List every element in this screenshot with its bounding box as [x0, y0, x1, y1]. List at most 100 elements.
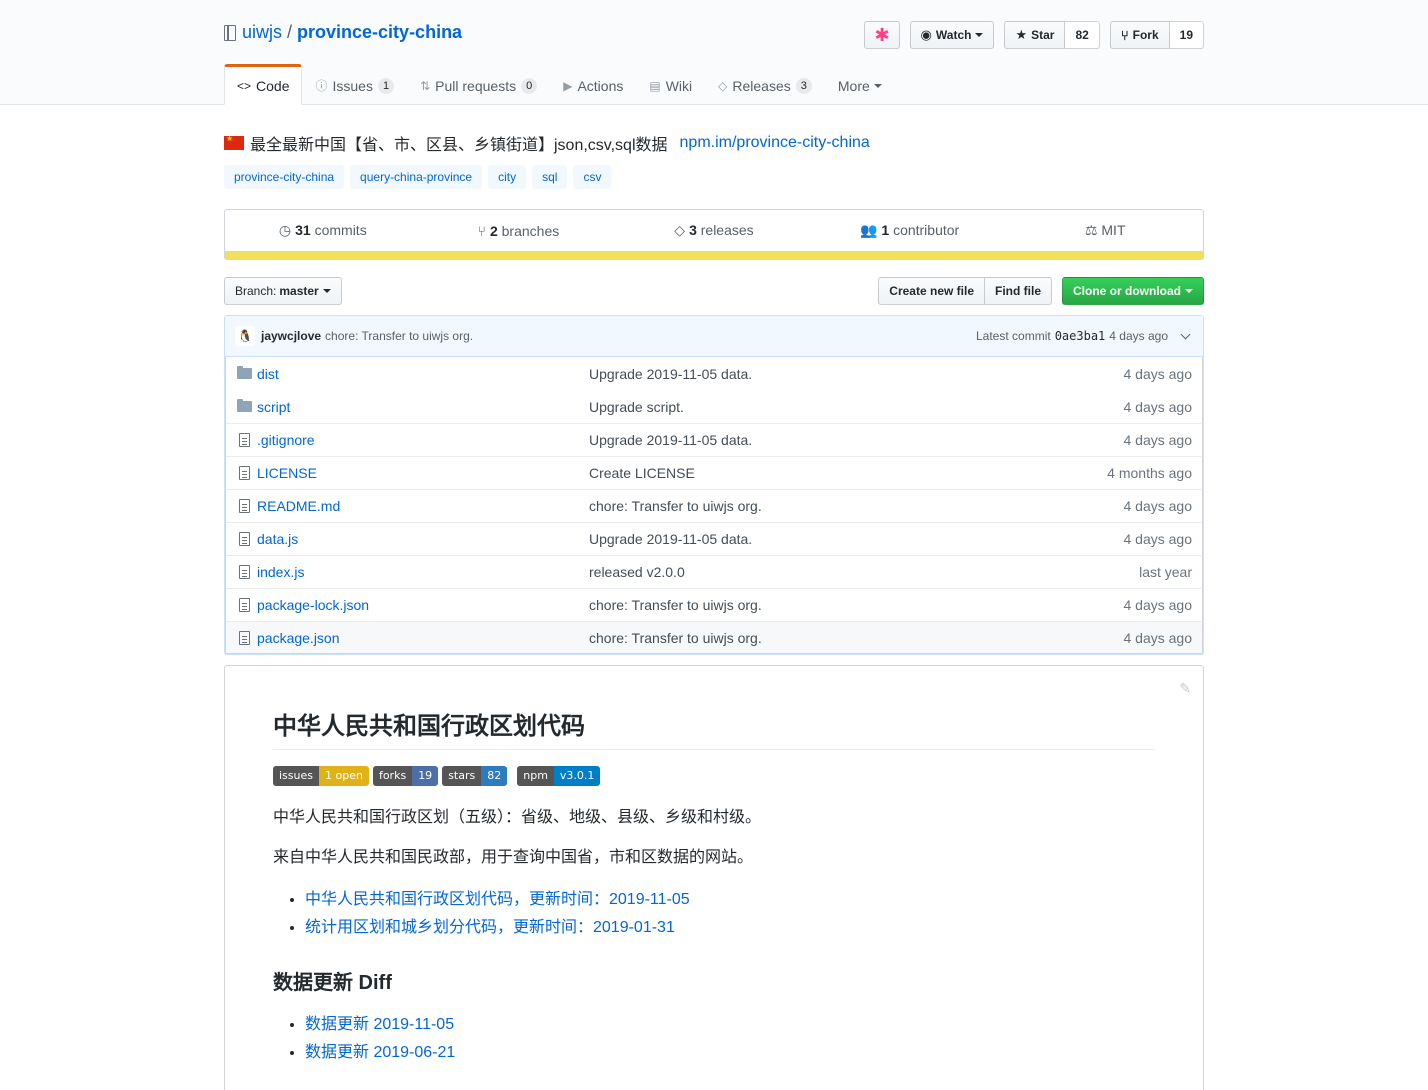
file-navigation: Branch: master Create new file Find file …	[224, 277, 1204, 305]
file-commit-message[interactable]: released v2.0.0	[589, 564, 1139, 580]
find-file-button[interactable]: Find file	[985, 277, 1052, 305]
readme-heading: 数据更新 Diff	[273, 972, 392, 994]
topic-tag[interactable]: query-china-province	[350, 165, 483, 189]
chevron-down-icon[interactable]	[1180, 329, 1191, 340]
badge-forks[interactable]: forks 19	[372, 766, 439, 786]
create-file-button[interactable]: Create new file	[878, 277, 985, 305]
file-commit-message[interactable]: Upgrade 2019-11-05 data.	[589, 366, 1124, 382]
file-age: last year	[1139, 564, 1192, 580]
commit-author[interactable]: jaywcjlove	[261, 329, 321, 343]
tab-code[interactable]: <> Code	[224, 64, 303, 105]
folder-icon	[236, 399, 252, 412]
readme-link[interactable]: 数据更新 2019-06-21	[305, 1044, 455, 1061]
table-row[interactable]: package-lock.json chore: Transfer to uiwj…	[225, 588, 1203, 621]
file-age: 4 days ago	[1123, 432, 1193, 448]
file-commit-message[interactable]: Create LICENSE	[589, 465, 1107, 481]
tab-releases[interactable]: ◇ Releases 3	[705, 64, 825, 105]
fork-count[interactable]: 19	[1169, 21, 1204, 49]
table-row[interactable]: dist Upgrade 2019-11-05 data. 4 days ago	[225, 357, 1203, 390]
file-name-link[interactable]: LICENSE	[257, 465, 589, 481]
watch-button[interactable]: ◉ Watch	[909, 21, 995, 49]
commit-sha[interactable]: 0ae3ba1	[1055, 329, 1106, 343]
commit-message[interactable]: chore: Transfer to uiwjs org.	[325, 329, 473, 343]
file-commit-message[interactable]: Upgrade 2019-11-05 data.	[589, 432, 1124, 448]
readme-link[interactable]: 数据更新 2019-11-05	[305, 1016, 454, 1033]
repo-description: 最全最新中国【省、市、区县、乡镇街道】json,csv,sql数据 npm.im…	[224, 131, 1204, 155]
file-name-link[interactable]: script	[257, 399, 589, 415]
commit-meta: Latest commit 0ae3ba1 4 days ago	[976, 329, 1193, 343]
star-button[interactable]: ★ Star	[1004, 21, 1066, 49]
branch-select[interactable]: Branch: master	[224, 277, 342, 305]
readme-paragraph: 来自中华人民共和国民政部，用于查询中国省，市和区数据的网站。	[273, 849, 754, 866]
folder-icon	[236, 366, 252, 379]
badge-issues[interactable]: issues 1 open	[273, 766, 369, 786]
file-age: 4 days ago	[1123, 498, 1193, 514]
tab-pull-requests[interactable]: ⇅ Pull requests 0	[407, 64, 550, 105]
file-age: 4 days ago	[1123, 398, 1193, 415]
badges: issues 1 open forks 19 stars 82 npm v3.0.1	[273, 766, 1155, 786]
topic-tag[interactable]: csv	[573, 165, 612, 189]
readme-link-list: 中华人民共和国行政区划代码，更新时间：2019-11-05 统计用区划和城乡划分…	[273, 886, 1155, 942]
branches-link[interactable]: ⑂ 2 branches	[421, 223, 617, 239]
tab-issues[interactable]: ⓘ Issues 1	[302, 64, 407, 105]
file-icon	[236, 598, 252, 612]
file-icon	[236, 499, 252, 513]
repo-name-link[interactable]: province-city-china	[297, 22, 462, 43]
list-item: 统计用区划和城乡划分代码，更新时间：2019-01-31	[305, 914, 1155, 942]
license-link[interactable]: ⚖ MIT	[1007, 222, 1203, 239]
table-row[interactable]: index.js released v2.0.0 last year	[225, 555, 1203, 588]
file-commit-message[interactable]: chore: Transfer to uiwjs org.	[589, 597, 1124, 613]
file-name-link[interactable]: index.js	[257, 564, 589, 580]
caret-down-icon	[873, 83, 882, 88]
file-age: 4 months ago	[1107, 465, 1192, 481]
releases-link[interactable]: ◇ 3 releases	[616, 222, 812, 239]
table-row[interactable]: LICENSE Create LICENSE 4 months ago	[225, 456, 1203, 489]
pulls-counter: 0	[521, 77, 538, 94]
list-item: 数据更新 2019-06-21	[305, 1039, 1155, 1067]
file-commit-message[interactable]: Upgrade script.	[589, 399, 1124, 415]
pencil-icon[interactable]: ✎	[1179, 680, 1191, 697]
commits-link[interactable]: ◷ 31 commits	[225, 222, 421, 239]
file-commit-message[interactable]: chore: Transfer to uiwjs org.	[589, 498, 1124, 514]
file-name-link[interactable]: README.md	[257, 498, 589, 514]
history-icon: ◷	[278, 222, 292, 238]
topic-tag[interactable]: sql	[532, 165, 568, 189]
clone-button[interactable]: Clone or download	[1062, 277, 1204, 305]
file-commit-message[interactable]: chore: Transfer to uiwjs org.	[589, 630, 1124, 646]
table-row[interactable]: package.json chore: Transfer to uiwjs org…	[225, 621, 1203, 654]
eye-icon: ◉	[920, 27, 932, 42]
fork-button[interactable]: ⑂ Fork	[1109, 21, 1170, 49]
language-bar[interactable]	[224, 252, 1204, 260]
tab-wiki[interactable]: ▤ Wiki	[636, 64, 705, 105]
readme-link[interactable]: 统计用区划和城乡划分代码，更新时间：2019-01-31	[305, 919, 675, 936]
repo-owner-link[interactable]: uiwjs	[242, 22, 282, 43]
readme-link[interactable]: 中华人民共和国行政区划代码，更新时间：2019-11-05	[305, 891, 690, 908]
table-row[interactable]: README.md chore: Transfer to uiwjs org. 4 …	[225, 489, 1203, 522]
file-name-link[interactable]: package-lock.json	[257, 597, 589, 613]
badge-stars[interactable]: stars 82	[442, 766, 508, 786]
file-commit-message[interactable]: Upgrade 2019-11-05 data.	[589, 531, 1124, 547]
file-name-link[interactable]: package.json	[257, 630, 589, 646]
homepage-link[interactable]: npm.im/province-city-china	[680, 134, 870, 152]
file-name-link[interactable]: data.js	[257, 531, 589, 547]
table-row[interactable]: data.js Upgrade 2019-11-05 data. 4 days ag…	[225, 522, 1203, 555]
table-row[interactable]: script Upgrade script. 4 days ago	[225, 390, 1203, 423]
star-count[interactable]: 82	[1065, 21, 1100, 49]
tab-actions[interactable]: ▶ Actions	[550, 64, 636, 105]
repo-header: uiwjs / province-city-china ✱ ◉ Watch ★ St…	[0, 0, 1428, 105]
topic-tag[interactable]: province-city-china	[224, 165, 345, 189]
tab-more[interactable]: More	[825, 64, 895, 105]
badge-npm[interactable]: npm v3.0.1	[517, 766, 601, 786]
app-extension-button[interactable]: ✱	[864, 21, 900, 49]
contributors-link[interactable]: 👥 1 contributor	[812, 222, 1008, 239]
file-buttons: Create new file Find file Clone or downl…	[878, 277, 1204, 305]
repo-actions: ✱ ◉ Watch ★ Star 82 ⑂ Fork 19	[864, 21, 1204, 49]
file-table: 🐧 jaywcjlove chore: Transfer to uiwjs or…	[224, 315, 1204, 655]
avatar[interactable]: 🐧	[235, 326, 255, 346]
readme: ✎ 中华人民共和国行政区划代码 issues 1 open forks 19 sta…	[224, 665, 1204, 1090]
file-name-link[interactable]: .gitignore	[257, 432, 589, 448]
file-name-link[interactable]: dist	[257, 366, 589, 382]
topic-tag[interactable]: city	[488, 165, 527, 189]
law-icon: ⚖	[1084, 222, 1098, 238]
table-row[interactable]: .gitignore Upgrade 2019-11-05 data. 4 days…	[225, 423, 1203, 456]
